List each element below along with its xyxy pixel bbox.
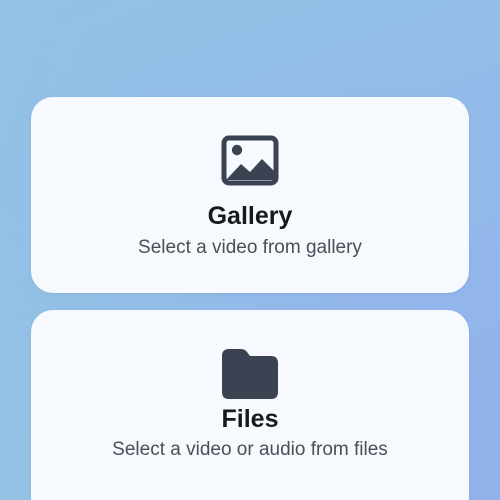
image-icon [220,97,280,188]
folder-icon [220,310,280,400]
files-subtitle: Select a video or audio from files [112,439,388,460]
files-option-card[interactable]: Files Select a video or audio from files [31,310,469,500]
gallery-option-card[interactable]: Gallery Select a video from gallery [31,97,469,293]
gallery-title: Gallery [207,202,293,230]
gallery-subtitle: Select a video from gallery [138,237,362,258]
files-title: Files [221,405,279,433]
